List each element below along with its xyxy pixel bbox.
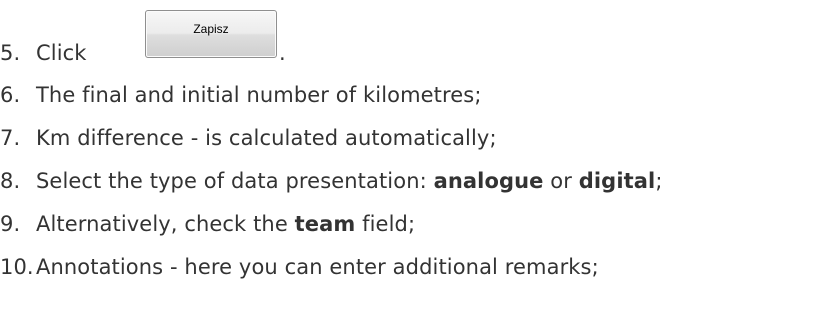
- step-number: 10.: [0, 255, 34, 279]
- step-5-period: .: [279, 41, 286, 65]
- digital-option-text: digital: [578, 169, 656, 193]
- step-number: 8.: [0, 169, 21, 193]
- instruction-list: 5. Click Zapisz . 6. The final and initial…: [0, 0, 818, 336]
- step-6: 6. The final and initial number of kilome…: [0, 80, 482, 110]
- save-button[interactable]: Zapisz: [145, 10, 277, 58]
- step-7: 7. Km difference - is calculated automati…: [0, 123, 497, 153]
- step-5: 5. Click: [0, 38, 87, 68]
- step-text: Km difference - is calculated automatica…: [36, 126, 497, 150]
- step-text-pre: Alternatively, check the: [36, 212, 295, 236]
- step-text-post: ;: [655, 169, 663, 193]
- step-9: 9. Alternatively, check the team field;: [0, 209, 415, 239]
- step-text-post: field;: [355, 212, 416, 236]
- step-10: 10. Annotations - here you can enter addi…: [0, 252, 599, 282]
- step-text: Annotations - here you can enter additio…: [36, 255, 599, 279]
- step-number: 9.: [0, 212, 21, 236]
- step-number: 7.: [0, 126, 21, 150]
- analogue-option-text: analogue: [433, 169, 544, 193]
- step-number: 6.: [0, 83, 21, 107]
- team-field-text: team: [294, 212, 356, 236]
- step-text-pre: Select the type of data presentation:: [36, 169, 434, 193]
- step-text: The final and initial number of kilometr…: [36, 83, 482, 107]
- step-text: Click: [36, 41, 87, 65]
- step-text-mid: or: [543, 169, 579, 193]
- step-8: 8. Select the type of data presentation: …: [0, 166, 663, 196]
- step-number: 5.: [0, 41, 21, 65]
